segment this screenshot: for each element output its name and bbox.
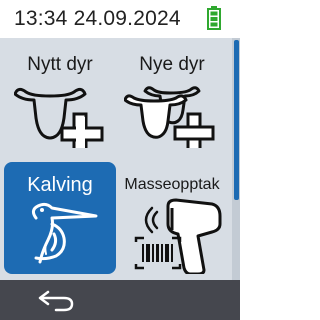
back-arrow-icon[interactable]: [36, 288, 76, 312]
bottom-bar: [0, 280, 240, 320]
menu-tile-masseopptak[interactable]: Masseopptak: [116, 162, 228, 274]
status-datetime: 13:34 24.09.2024: [14, 7, 181, 30]
scrollbar-thumb[interactable]: [234, 40, 239, 200]
tile-label: Nye dyr: [139, 54, 205, 75]
menu-tile-nytt-dyr[interactable]: Nytt dyr: [4, 42, 116, 154]
stork-icon: [31, 202, 98, 264]
tile-label: Masseopptak: [124, 176, 220, 193]
tile-label: Kalving: [27, 174, 93, 196]
battery-icon: [207, 6, 221, 30]
tile-label: Nytt dyr: [27, 54, 93, 75]
single-cow-plus-icon: [14, 87, 104, 148]
status-bar: 13:34 24.09.2024: [0, 0, 240, 38]
multiple-cows-plus-icon: [124, 86, 215, 148]
barcode-scanner-icon: [134, 198, 222, 274]
menu-tile-kalving[interactable]: Kalving: [4, 162, 116, 274]
menu-grid: Nytt dyr Nye dyr Kalving Masseopptak: [0, 38, 232, 280]
menu-tile-nye-dyr[interactable]: Nye dyr: [116, 42, 228, 154]
